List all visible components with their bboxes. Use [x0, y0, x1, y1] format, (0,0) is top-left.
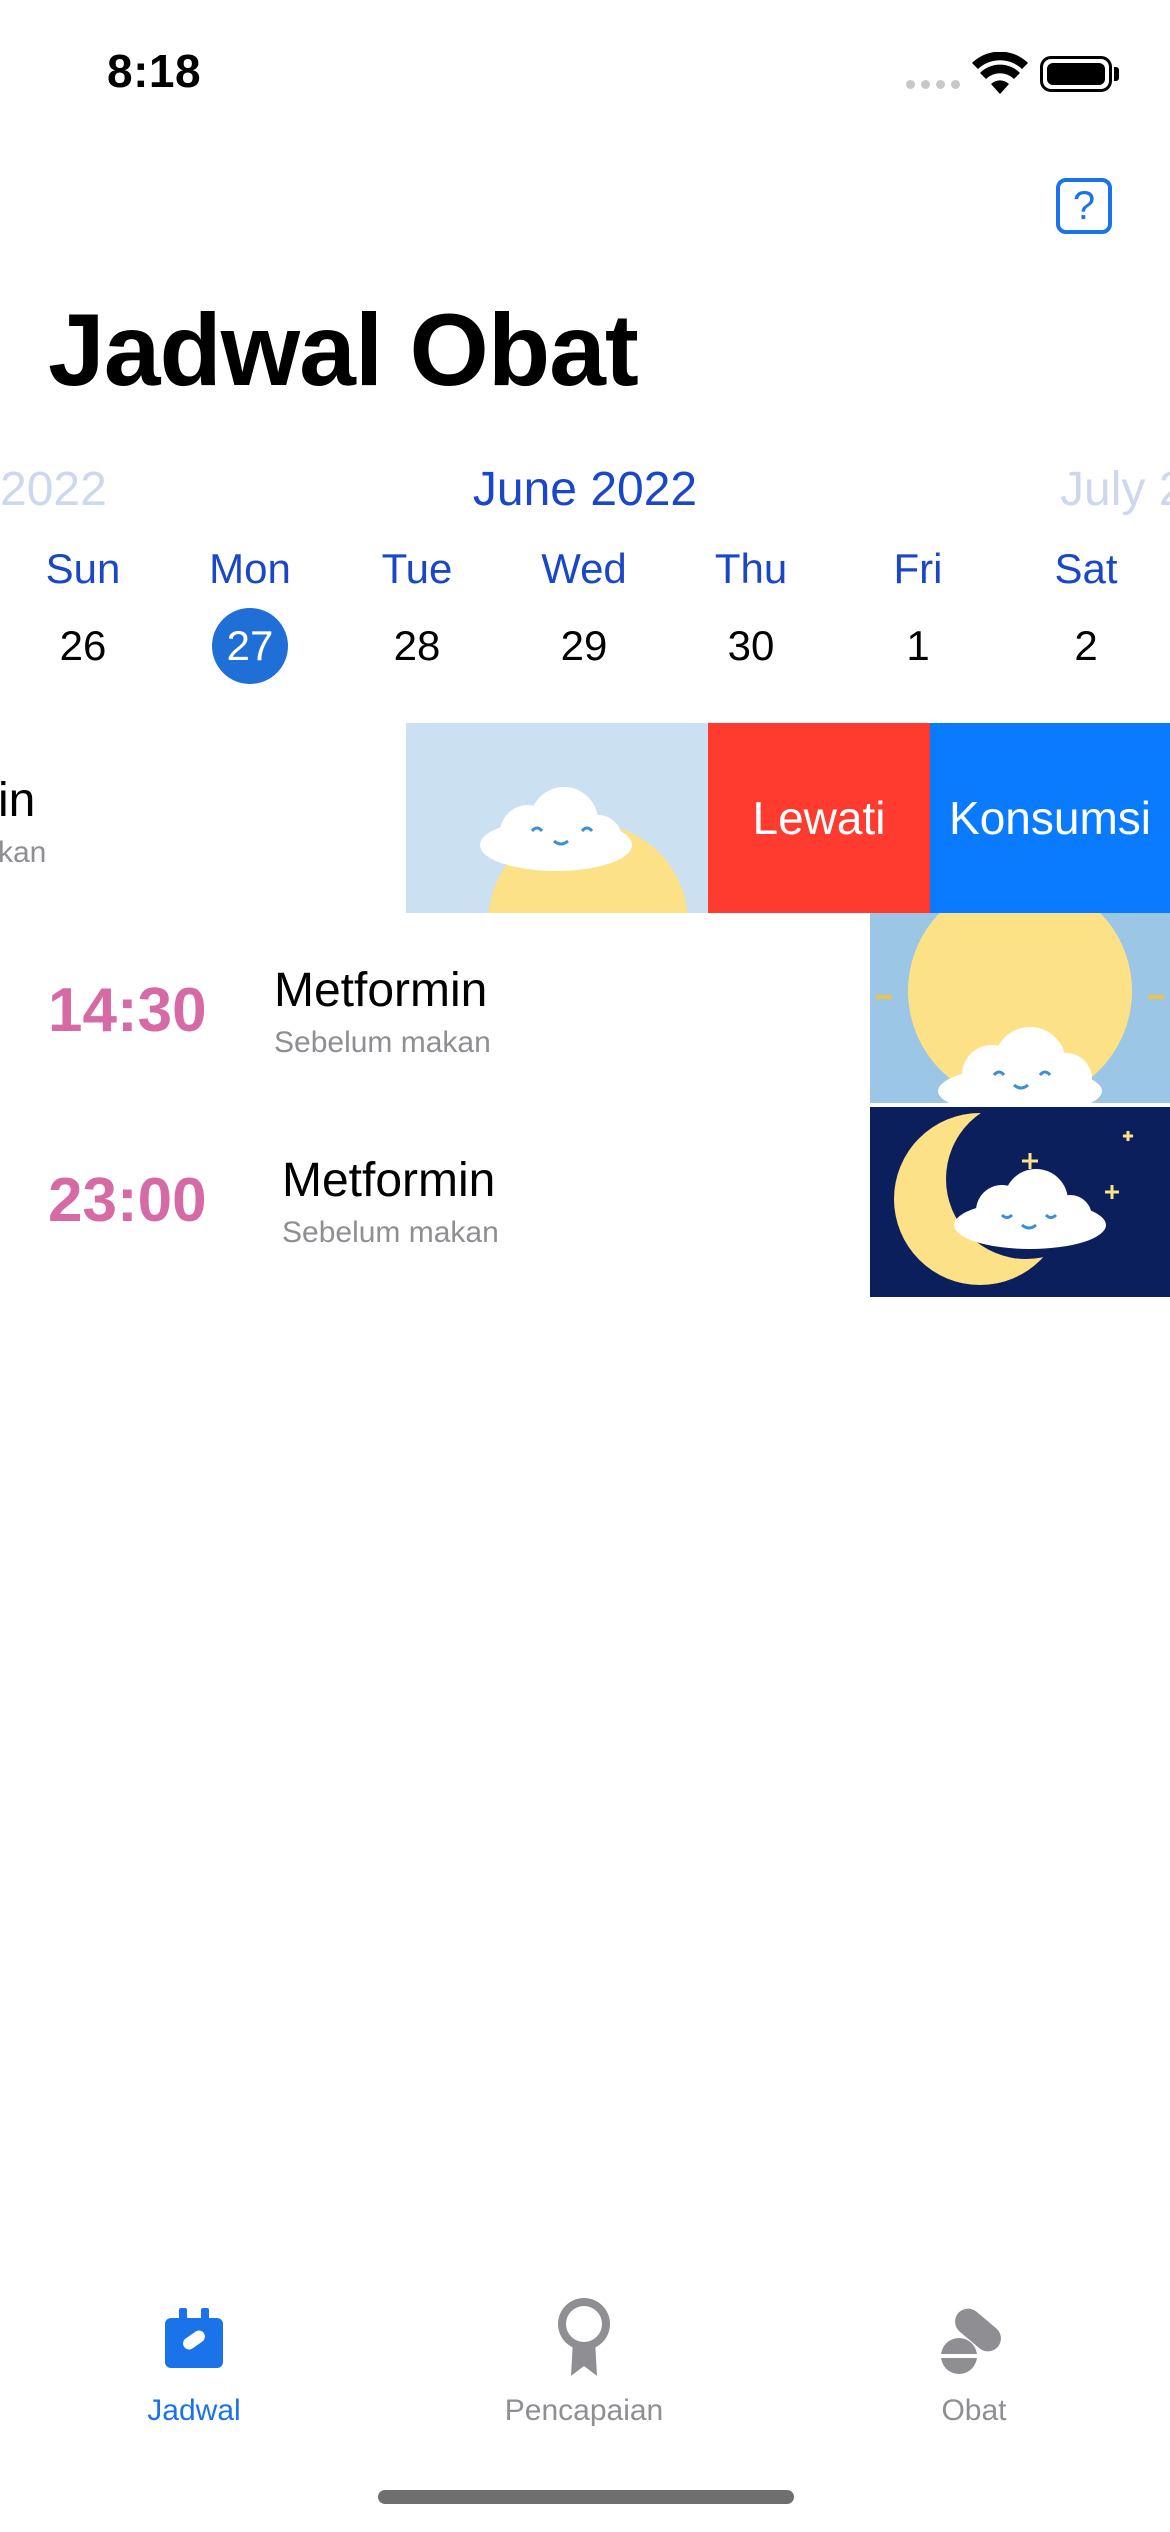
cellular-signal-icon — [906, 80, 960, 89]
weekday-fri: Fri — [893, 545, 943, 592]
tab-pencapaian[interactable]: Pencapaian — [464, 2290, 704, 2428]
morning-illustration — [406, 723, 708, 913]
wifi-icon — [972, 52, 1028, 94]
day-number: 2 — [1074, 622, 1098, 669]
med-note: Sebelum makan — [274, 1026, 491, 1059]
next-month-label[interactable]: July 2 — [1060, 462, 1170, 517]
help-button[interactable]: ? — [1056, 178, 1112, 234]
schedule-row[interactable]: 23:00 Metformin Sebelum makan — [0, 1103, 1170, 1297]
moon-cloud-icon — [870, 1107, 1170, 1297]
battery-icon — [1040, 56, 1112, 92]
tab-obat[interactable]: Obat — [854, 2290, 1094, 2428]
afternoon-illustration — [870, 913, 1170, 1103]
day-number: 29 — [560, 622, 608, 669]
med-info: in kan — [0, 773, 46, 870]
day-cell[interactable]: 28 — [337, 622, 497, 670]
med-name: in — [0, 774, 36, 827]
med-name: Metformin — [282, 1154, 496, 1207]
calendar-pill-icon — [165, 2308, 223, 2368]
day-number: 28 — [393, 622, 441, 669]
med-note: kan — [0, 836, 47, 869]
tab-label: Obat — [941, 2394, 1007, 2427]
tab-label: Jadwal — [147, 2394, 241, 2427]
tab-label: Pencapaian — [504, 2394, 664, 2427]
day-number: 1 — [906, 622, 930, 669]
weekday-tue: Tue — [381, 545, 453, 592]
schedule-row[interactable]: 14:30 Metformin Sebelum makan — [0, 913, 1170, 1103]
weekday-thu: Thu — [714, 545, 788, 592]
day-number: 27 — [212, 608, 288, 684]
weekday-sun: Sun — [45, 545, 121, 592]
night-illustration — [870, 1107, 1170, 1297]
day-cell[interactable]: 30 — [671, 622, 831, 670]
weekday-sat: Sat — [1054, 545, 1118, 592]
med-info: Metformin Sebelum makan — [282, 1153, 499, 1250]
current-month-label: June 2022 — [472, 463, 698, 516]
med-name: Metformin — [274, 964, 488, 1017]
day-cell[interactable]: 26 — [3, 622, 163, 670]
weekday-wed: Wed — [541, 545, 627, 592]
battery-tip — [1114, 67, 1119, 81]
consume-button[interactable]: Konsumsi — [930, 723, 1170, 913]
day-cell-selected[interactable]: 27 — [170, 608, 330, 684]
schedule-row-swiped[interactable]: in kan Lewati Konsumsi — [0, 723, 1170, 913]
weekday-mon: Mon — [209, 545, 291, 592]
day-cell[interactable]: 1 — [838, 622, 998, 670]
schedule-time: 14:30 — [48, 976, 207, 1045]
med-note: Sebelum makan — [282, 1216, 499, 1249]
page-title: Jadwal Obat — [48, 293, 639, 407]
status-time: 8:18 — [107, 45, 202, 97]
day-number: 30 — [727, 622, 775, 669]
pills-icon — [941, 2308, 1001, 2374]
med-info: Metformin Sebelum makan — [274, 963, 491, 1060]
home-indicator[interactable] — [378, 2490, 794, 2504]
day-cell[interactable]: 2 — [1006, 622, 1166, 670]
day-number: 26 — [59, 622, 107, 669]
day-cell[interactable]: 29 — [504, 622, 664, 670]
schedule-time: 23:00 — [48, 1166, 207, 1235]
tab-jadwal[interactable]: Jadwal — [74, 2290, 314, 2428]
skip-button[interactable]: Lewati — [708, 723, 930, 913]
award-ribbon-icon — [558, 2298, 610, 2376]
sunrise-cloud-icon — [406, 723, 708, 913]
sun-cloud-icon — [870, 913, 1170, 1103]
